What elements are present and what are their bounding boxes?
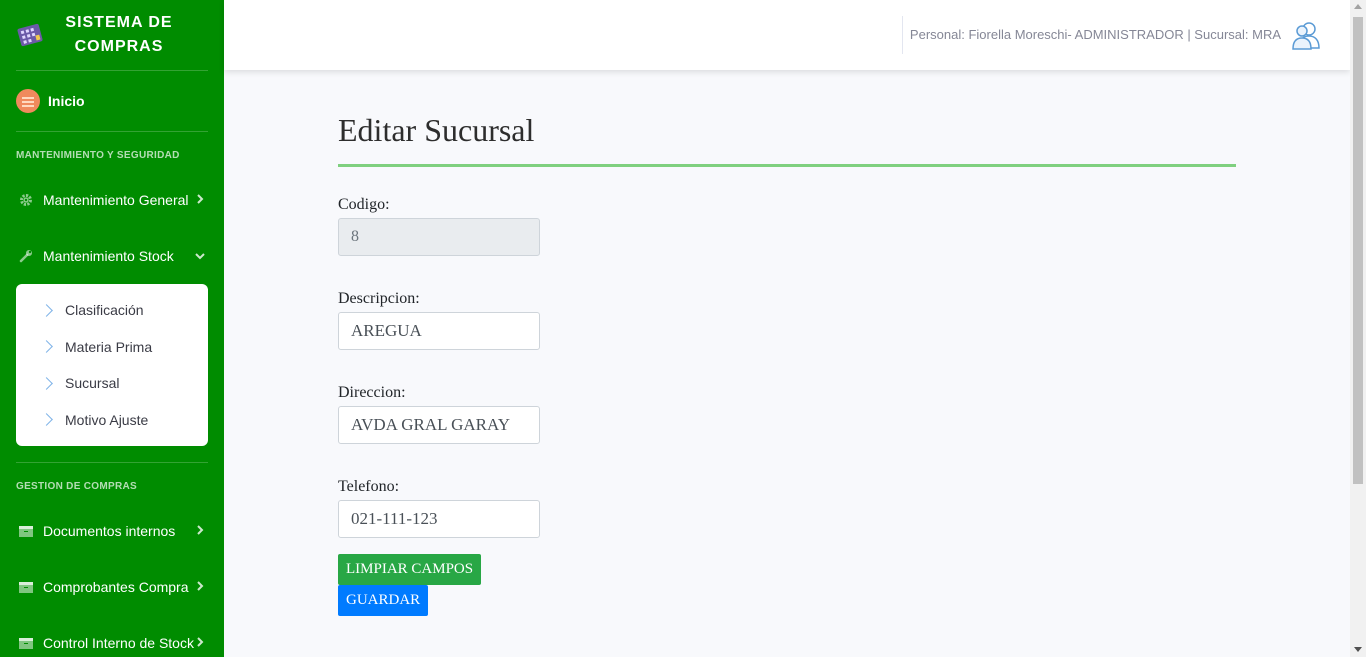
- direccion-group: Direccion:: [338, 384, 1236, 444]
- submenu-item-clasificacion[interactable]: Clasificación: [16, 292, 208, 329]
- brand-title-line1: SISTEMA DE: [65, 14, 173, 31]
- sidebar: SISTEMA DE COMPRAS Inicio MANTENIMIENTO …: [0, 0, 224, 657]
- brand-title: SISTEMA DE COMPRAS: [64, 11, 174, 59]
- chevron-right-icon: [194, 524, 206, 539]
- descripcion-label: Descripcion:: [338, 290, 420, 307]
- codigo-label: Codigo:: [338, 196, 390, 213]
- submenu-item-motivo-ajuste[interactable]: Motivo Ajuste: [16, 402, 208, 439]
- codigo-field[interactable]: [338, 218, 540, 256]
- submenu-item-materia-prima[interactable]: Materia Prima: [16, 329, 208, 366]
- brand-title-line2: COMPRAS: [74, 38, 164, 55]
- chevron-right-icon: [40, 376, 53, 390]
- direccion-field[interactable]: [338, 406, 540, 444]
- telefono-group: Telefono:: [338, 478, 1236, 538]
- sidebar-item-comprobantes-compra[interactable]: Comprobantes Compra: [0, 559, 224, 615]
- sidebar-item-label: Mantenimiento General: [43, 192, 189, 208]
- sidebar-item-label: Mantenimiento Stock: [43, 248, 174, 264]
- scrollbar-thumb[interactable]: [1353, 17, 1363, 484]
- page-scrollbar[interactable]: [1350, 0, 1366, 657]
- direccion-label: Direccion:: [338, 384, 406, 401]
- archive-icon: [18, 580, 34, 594]
- descripcion-group: Descripcion:: [338, 290, 1236, 350]
- sidebar-item-control-interno-stock[interactable]: Control Interno de Stock: [0, 615, 224, 657]
- topbar-divider: [902, 16, 903, 54]
- submenu-item-label: Materia Prima: [65, 338, 153, 355]
- title-underline: [338, 164, 1236, 167]
- submenu-item-sucursal[interactable]: Sucursal: [16, 365, 208, 402]
- sidebar-brand[interactable]: SISTEMA DE COMPRAS: [0, 0, 224, 70]
- sidebar-heading-gestion-compras: GESTION DE COMPRAS: [16, 481, 137, 492]
- chevron-right-icon: [194, 636, 206, 651]
- main-content: Editar Sucursal Codigo: Descripcion: Dir…: [338, 70, 1236, 616]
- list-icon: [16, 89, 40, 113]
- sidebar-item-label: Inicio: [48, 93, 85, 109]
- scroll-down-arrow-icon[interactable]: [1354, 647, 1362, 652]
- sidebar-item-label: Documentos internos: [43, 523, 176, 539]
- chevron-right-icon: [194, 580, 206, 595]
- chevron-down-icon: [194, 249, 206, 263]
- archive-icon: [18, 524, 34, 538]
- clear-fields-button[interactable]: LIMPIAR CAMPOS: [338, 554, 482, 585]
- submenu-item-label: Clasificación: [65, 302, 144, 319]
- sidebar-heading-mantenimiento: MANTENIMIENTO Y SEGURIDAD: [16, 150, 180, 161]
- user-info[interactable]: Personal: Fiorella Moreschi- ADMINISTRAD…: [910, 27, 1281, 42]
- page-title: Editar Sucursal: [338, 112, 535, 148]
- codigo-group: Codigo:: [338, 196, 1236, 256]
- save-button[interactable]: GUARDAR: [338, 585, 429, 616]
- wrench-icon: [18, 249, 34, 263]
- submenu-item-label: Sucursal: [65, 375, 120, 392]
- chevron-right-icon: [40, 340, 53, 354]
- archive-icon: [18, 636, 34, 650]
- telefono-field[interactable]: [338, 500, 540, 538]
- calculator-logo-icon: [16, 22, 44, 48]
- sidebar-item-label: Control Interno de Stock: [43, 635, 194, 651]
- sidebar-item-mantenimiento-stock[interactable]: Mantenimiento Stock: [0, 228, 224, 284]
- chevron-right-icon: [40, 413, 53, 427]
- sidebar-item-label: Comprobantes Compra: [43, 579, 189, 595]
- sidebar-item-inicio[interactable]: Inicio: [0, 71, 224, 131]
- submenu-item-label: Motivo Ajuste: [65, 411, 149, 428]
- telefono-label: Telefono:: [338, 478, 400, 495]
- user-avatar-icon[interactable]: [1290, 19, 1322, 51]
- gear-icon: [18, 193, 34, 207]
- topbar: Personal: Fiorella Moreschi- ADMINISTRAD…: [224, 0, 1350, 70]
- descripcion-field[interactable]: [338, 312, 540, 350]
- scroll-up-arrow-icon[interactable]: [1354, 4, 1362, 9]
- sidebar-item-documentos-internos[interactable]: Documentos internos: [0, 503, 224, 559]
- sidebar-item-mantenimiento-general[interactable]: Mantenimiento General: [0, 172, 224, 228]
- chevron-right-icon: [194, 193, 206, 208]
- chevron-right-icon: [40, 303, 53, 317]
- stock-submenu: Clasificación Materia Prima Sucursal Mot…: [16, 284, 208, 446]
